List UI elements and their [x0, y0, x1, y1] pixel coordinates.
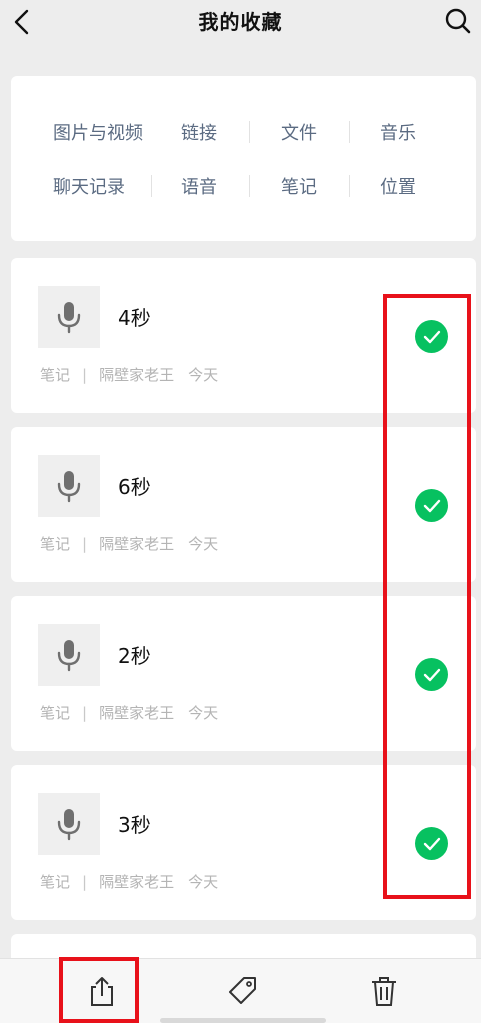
voice-duration: 6秒 [118, 475, 151, 499]
item-author: 隔壁家老王 [99, 366, 175, 384]
share-button[interactable] [84, 973, 120, 1009]
tag-icon [229, 977, 256, 1004]
item-type: 笔记 [40, 873, 71, 891]
category-row: 图片与视频 链接 文件 音乐 [11, 112, 476, 152]
divider [249, 121, 250, 143]
select-checkbox[interactable] [415, 827, 448, 860]
check-circle-icon [423, 837, 440, 850]
item-meta: 笔记 | 隔壁家老王 今天 [40, 364, 218, 385]
microphone-icon [57, 640, 81, 672]
item-meta: 笔记 | 隔壁家老王 今天 [40, 871, 218, 892]
meta-separator: | [82, 365, 88, 384]
divider [349, 121, 350, 143]
check-circle-icon [423, 499, 440, 512]
check-circle-icon [423, 668, 440, 681]
microphone-icon [57, 471, 81, 503]
check-circle-icon [423, 330, 440, 343]
item-time: 今天 [188, 535, 219, 553]
meta-separator: | [82, 872, 88, 891]
category-filter-card: 图片与视频 链接 文件 音乐 聊天记录 语音 笔记 位置 [11, 76, 476, 241]
item-type: 笔记 [40, 535, 71, 553]
page-title: 我的收藏 [198, 10, 283, 34]
voice-duration: 2秒 [118, 644, 151, 668]
divider [249, 175, 250, 197]
category-chat-history[interactable]: 聊天记录 [53, 166, 125, 206]
item-time: 今天 [188, 704, 219, 722]
select-checkbox[interactable] [415, 320, 448, 353]
select-checkbox[interactable] [415, 658, 448, 691]
bottom-toolbar [0, 958, 481, 1023]
divider [349, 175, 350, 197]
voice-thumbnail [38, 793, 100, 855]
select-checkbox[interactable] [415, 489, 448, 522]
item-meta: 笔记 | 隔壁家老王 今天 [40, 533, 218, 554]
list-item[interactable]: 6秒 笔记 | 隔壁家老王 今天 [11, 427, 476, 582]
voice-duration: 3秒 [118, 813, 151, 837]
delete-button[interactable] [366, 973, 402, 1009]
trash-icon [372, 977, 396, 1006]
item-author: 隔壁家老王 [99, 873, 175, 891]
microphone-icon [57, 302, 81, 334]
list-item[interactable]: 4秒 笔记 | 隔壁家老王 今天 [11, 258, 476, 413]
voice-thumbnail [38, 286, 100, 348]
voice-thumbnail [38, 624, 100, 686]
item-meta: 笔记 | 隔壁家老王 今天 [40, 702, 218, 723]
item-time: 今天 [188, 873, 219, 891]
home-indicator [160, 1018, 326, 1023]
microphone-icon [57, 809, 81, 841]
list-item[interactable]: 2秒 笔记 | 隔壁家老王 今天 [11, 596, 476, 751]
share-icon [91, 977, 113, 1006]
item-type: 笔记 [40, 704, 71, 722]
category-voice[interactable]: 语音 [181, 166, 217, 206]
meta-separator: | [82, 534, 88, 553]
category-row: 聊天记录 语音 笔记 位置 [11, 166, 476, 206]
voice-duration: 4秒 [118, 306, 151, 330]
item-author: 隔壁家老王 [99, 704, 175, 722]
voice-thumbnail [38, 455, 100, 517]
tag-button[interactable] [225, 973, 261, 1009]
item-author: 隔壁家老王 [99, 535, 175, 553]
search-icon [445, 8, 471, 34]
item-type: 笔记 [40, 366, 71, 384]
meta-separator: | [82, 703, 88, 722]
category-location[interactable]: 位置 [380, 166, 416, 206]
category-files[interactable]: 文件 [281, 112, 317, 152]
category-links[interactable]: 链接 [181, 112, 217, 152]
nav-bar: 我的收藏 [0, 0, 481, 44]
list-item[interactable]: 3秒 笔记 | 隔壁家老王 今天 [11, 765, 476, 920]
search-button[interactable] [441, 4, 475, 38]
item-time: 今天 [188, 366, 219, 384]
category-images-videos[interactable]: 图片与视频 [53, 112, 143, 152]
category-notes[interactable]: 笔记 [281, 166, 317, 206]
divider [151, 175, 152, 197]
category-music[interactable]: 音乐 [380, 112, 416, 152]
favorites-screen: 我的收藏 图片与视频 链接 文件 音乐 聊天记录 语音 笔记 位置 4秒 笔记 … [0, 0, 481, 1023]
